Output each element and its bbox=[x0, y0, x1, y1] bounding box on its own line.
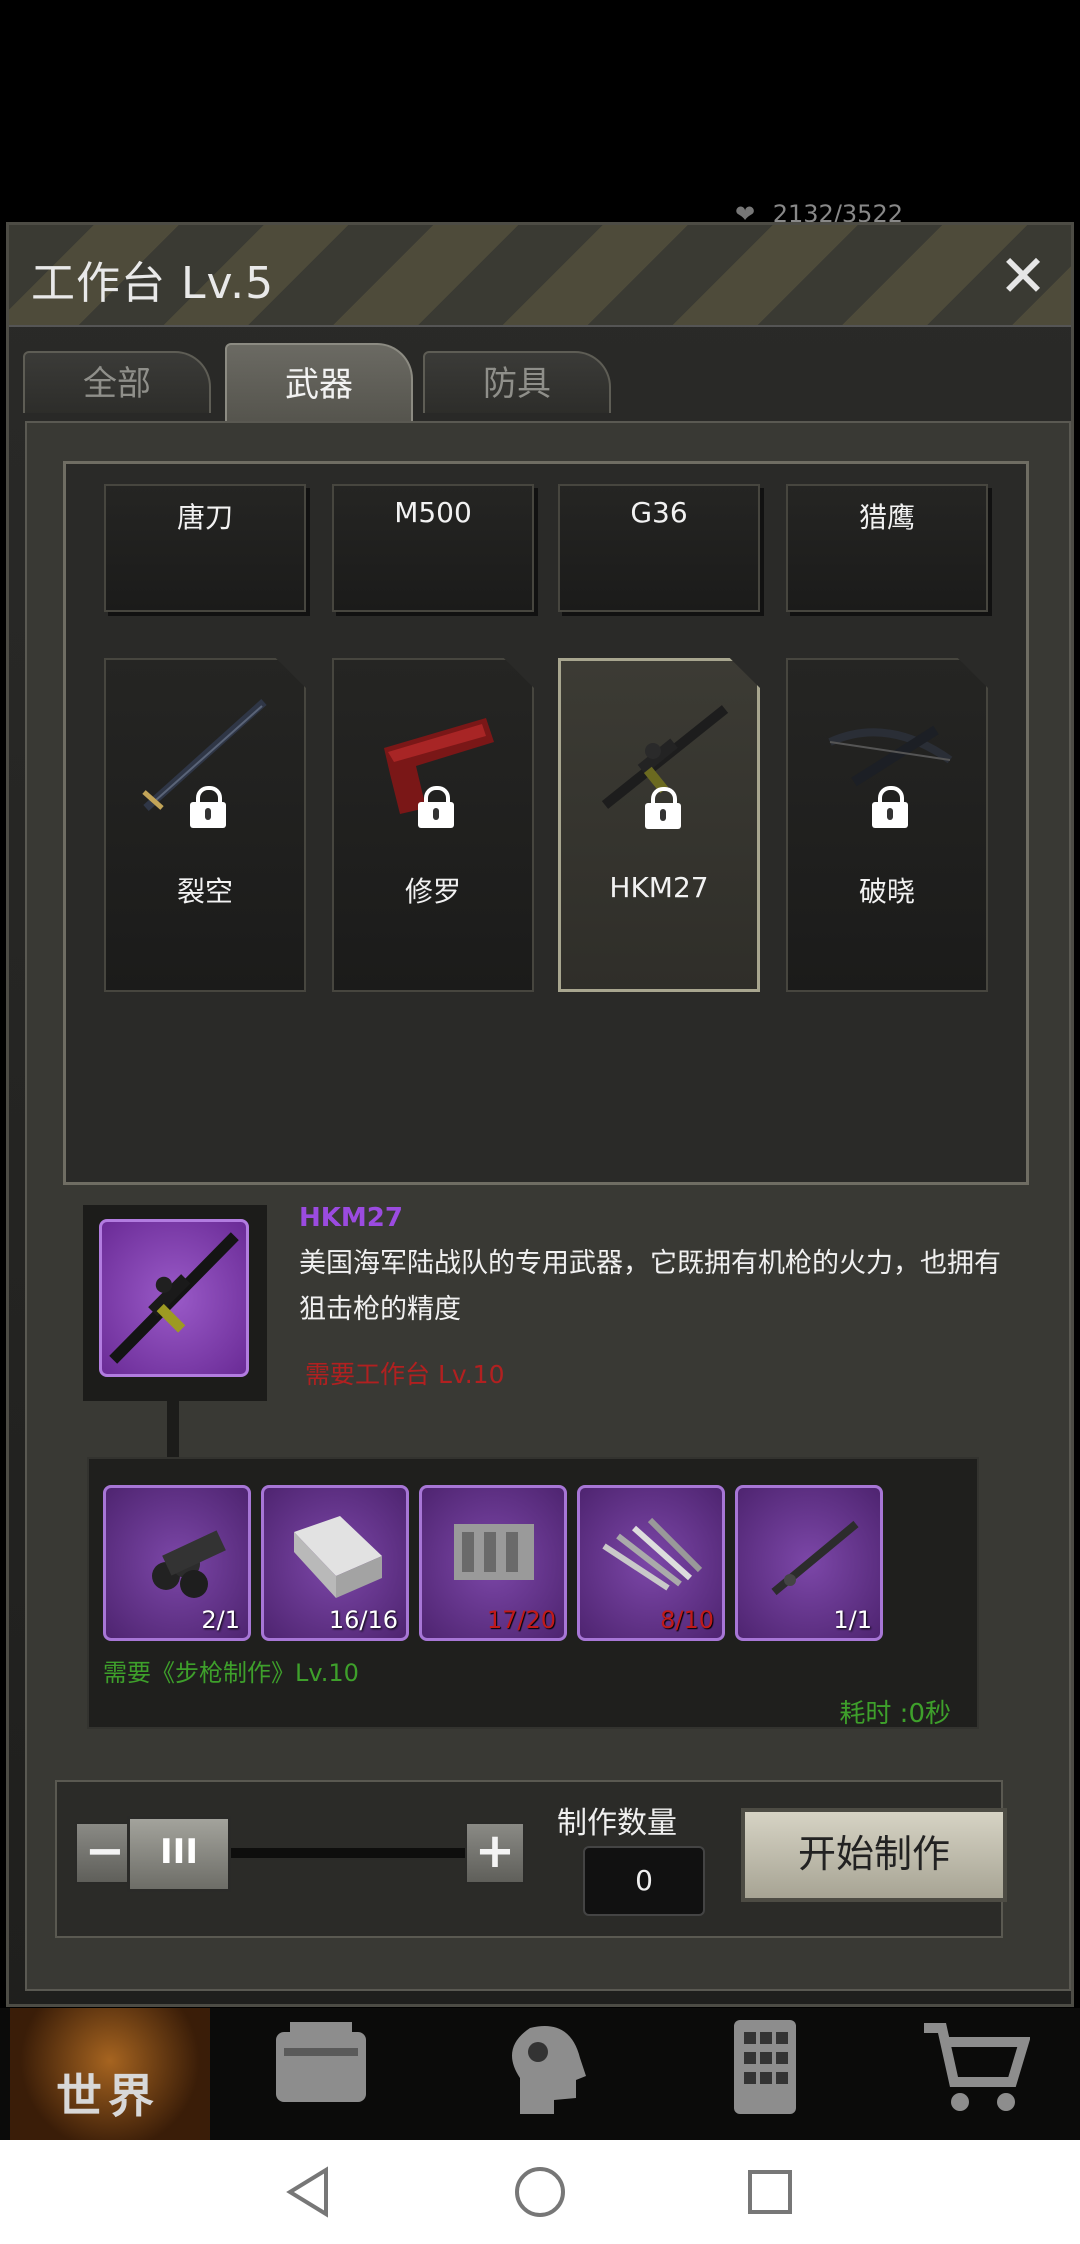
recipe-name: 破晓 bbox=[858, 875, 915, 908]
craft-time: 耗时 :0秒 bbox=[839, 1699, 951, 1729]
selected-item-icon bbox=[99, 1219, 249, 1377]
recipe-card-selected[interactable]: HKM27 bbox=[558, 658, 760, 992]
nav-world[interactable]: 世界 bbox=[10, 2008, 210, 2140]
game-nav-bar: 世界 bbox=[0, 2008, 1080, 2140]
recipe-name: 猎鹰 bbox=[858, 501, 915, 534]
machine-parts-icon bbox=[454, 1524, 534, 1580]
quantity-label: 制作数量 bbox=[557, 1806, 677, 1841]
home-icon[interactable] bbox=[510, 2162, 570, 2222]
recipe-name: G36 bbox=[630, 496, 688, 529]
bench-requirement: 需要工作台 Lv.10 bbox=[305, 1360, 505, 1389]
quantity-controls: − III + 制作数量 0 开始制作 bbox=[55, 1780, 1007, 1938]
nav-world-label: 世界 bbox=[56, 2069, 160, 2123]
system-nav-bar bbox=[0, 2140, 1080, 2244]
skills-head-icon[interactable] bbox=[490, 2018, 600, 2118]
start-crafting-button[interactable]: 开始制作 bbox=[741, 1808, 1007, 1902]
tab-all[interactable]: 全部 bbox=[23, 351, 211, 413]
panel-title: 工作台 Lv.5 bbox=[31, 258, 275, 309]
recipe-card-locked[interactable]: 破晓 bbox=[786, 658, 988, 992]
material-count: 16/16 bbox=[328, 1606, 398, 1634]
rifle-icon bbox=[109, 1232, 239, 1364]
material-slot[interactable]: 8/10 bbox=[577, 1485, 725, 1641]
recipe-name: 修罗 bbox=[404, 875, 461, 908]
close-button[interactable]: ✕ bbox=[993, 247, 1053, 307]
lock-icon bbox=[872, 786, 908, 828]
item-description: 美国海军陆战队的专用武器，它既拥有机枪的火力，也拥有狙击枪的精度 bbox=[299, 1248, 1001, 1325]
lock-icon bbox=[190, 786, 226, 828]
back-icon[interactable] bbox=[280, 2162, 340, 2222]
recipe-name: M500 bbox=[394, 496, 472, 529]
recipe-card[interactable]: M500 bbox=[332, 484, 534, 612]
steel-rods-icon bbox=[602, 1517, 703, 1591]
material-slot[interactable]: 1/1 bbox=[735, 1485, 883, 1641]
tab-weapons[interactable]: 武器 bbox=[225, 343, 413, 423]
material-slot[interactable]: 17/20 bbox=[419, 1485, 567, 1641]
recipe-name: 裂空 bbox=[176, 875, 233, 908]
material-count: 8/10 bbox=[660, 1606, 714, 1634]
shopping-cart-icon[interactable] bbox=[920, 2018, 1030, 2118]
workbench-panel: 工作台 Lv.5 ✕ 全部 武器 防具 唐刀 M500 G36 猎鹰 裂空 修罗… bbox=[6, 222, 1074, 2007]
backpack-icon[interactable] bbox=[266, 2018, 376, 2118]
recipe-grid[interactable]: 唐刀 M500 G36 猎鹰 裂空 修罗 HKM27 破晓 bbox=[63, 461, 1029, 1185]
lock-icon bbox=[645, 787, 681, 829]
connector-line bbox=[167, 1401, 179, 1459]
skill-requirement: 需要《步枪制作》Lv.10 bbox=[103, 1659, 359, 1687]
increase-button[interactable]: + bbox=[465, 1822, 525, 1884]
material-count: 17/20 bbox=[486, 1606, 556, 1634]
recipe-card[interactable]: 唐刀 bbox=[104, 484, 306, 612]
recents-icon[interactable] bbox=[740, 2162, 800, 2222]
status-area bbox=[0, 0, 1080, 215]
panel-header: 工作台 Lv.5 ✕ bbox=[9, 225, 1071, 327]
materials-panel: 2/1 16/16 17/20 8/10 1/1 需要《步枪制作》Lv.10 耗… bbox=[87, 1457, 979, 1729]
lock-icon bbox=[418, 786, 454, 828]
recipe-name: 唐刀 bbox=[176, 501, 233, 534]
material-slot[interactable]: 2/1 bbox=[103, 1485, 251, 1641]
material-count: 2/1 bbox=[201, 1606, 240, 1634]
item-title: HKM27 bbox=[299, 1203, 403, 1233]
rifle-barrel-icon bbox=[771, 1520, 859, 1596]
slider-handle[interactable]: III bbox=[127, 1816, 231, 1892]
life-value: 2132/3522 bbox=[772, 200, 903, 222]
recipe-card-locked[interactable]: 修罗 bbox=[332, 658, 534, 992]
material-count: 1/1 bbox=[833, 1606, 872, 1634]
recipe-card[interactable]: G36 bbox=[558, 484, 760, 612]
material-slot[interactable]: 16/16 bbox=[261, 1485, 409, 1641]
recipe-card-locked[interactable]: 裂空 bbox=[104, 658, 306, 992]
metal-block-icon bbox=[294, 1516, 382, 1598]
pipes-icon bbox=[152, 1530, 226, 1598]
calculator-icon[interactable] bbox=[710, 2018, 820, 2118]
tab-armor[interactable]: 防具 bbox=[423, 351, 611, 413]
decrease-button[interactable]: − bbox=[75, 1822, 135, 1884]
selected-item-frame bbox=[83, 1205, 267, 1401]
quantity-field[interactable]: 0 bbox=[583, 1846, 705, 1916]
recipe-name: HKM27 bbox=[609, 871, 709, 904]
recipe-card[interactable]: 猎鹰 bbox=[786, 484, 988, 612]
life-hud: ❤ 2132/3522 生命 bbox=[735, 200, 903, 222]
heart-icon: ❤ bbox=[735, 200, 756, 222]
